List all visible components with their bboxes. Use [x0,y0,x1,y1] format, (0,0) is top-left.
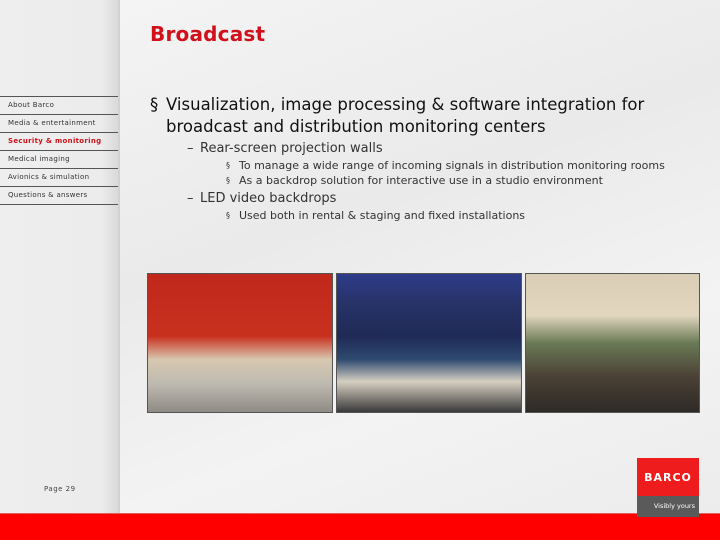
page-number: Page 29 [44,485,76,493]
detail-bullet: § Used both in rental & staging and fixe… [150,208,710,223]
barco-logo: BARCO Visibly yours [637,458,699,517]
main-bullet: § Visualization, image processing & soft… [150,94,710,138]
detail-text: As a backdrop solution for interactive u… [239,174,603,187]
sub-bullet: – LED video backdrops [150,190,710,208]
sub-bullet: – Rear-screen projection walls [150,140,710,158]
slide-title: Broadcast [150,22,266,46]
detail-text: Used both in rental & staging and fixed … [239,209,526,222]
bullet-icon: § [226,161,230,170]
bullet-icon: § [150,95,159,114]
bullet-icon: § [226,211,230,220]
detail-text: To manage a wide range of incoming signa… [239,159,665,172]
logo-tagline: Visibly yours [637,496,699,517]
photo-news-studio [147,273,333,413]
detail-bullet: § To manage a wide range of incoming sig… [150,158,710,173]
main-point-text: Visualization, image processing & softwa… [166,95,645,136]
footer-bar [0,514,720,540]
nav-item-media-entertainment[interactable]: Media & entertainment [0,114,118,132]
nav-divider [0,204,118,205]
nav-item-security-monitoring[interactable]: Security & monitoring [0,132,118,150]
sub-point-text: LED video backdrops [200,191,337,206]
main-background [120,0,720,514]
left-panel [0,0,119,514]
sidebar-nav: About Barco Media & entertainment Securi… [0,96,118,205]
logo-wordmark: BARCO [637,458,699,496]
photo-control-room [525,273,700,413]
photo-led-video-wall [336,273,522,413]
nav-item-avionics-simulation[interactable]: Avionics & simulation [0,168,118,186]
nav-item-about-barco[interactable]: About Barco [0,96,118,114]
detail-bullet: § As a backdrop solution for interactive… [150,173,710,188]
sub-point-text: Rear-screen projection walls [200,141,383,156]
dash-icon: – [187,141,194,156]
bullet-icon: § [226,176,230,185]
nav-item-medical-imaging[interactable]: Medical imaging [0,150,118,168]
slide-content: § Visualization, image processing & soft… [150,94,710,223]
nav-item-questions-answers[interactable]: Questions & answers [0,186,118,204]
dash-icon: – [187,191,194,206]
